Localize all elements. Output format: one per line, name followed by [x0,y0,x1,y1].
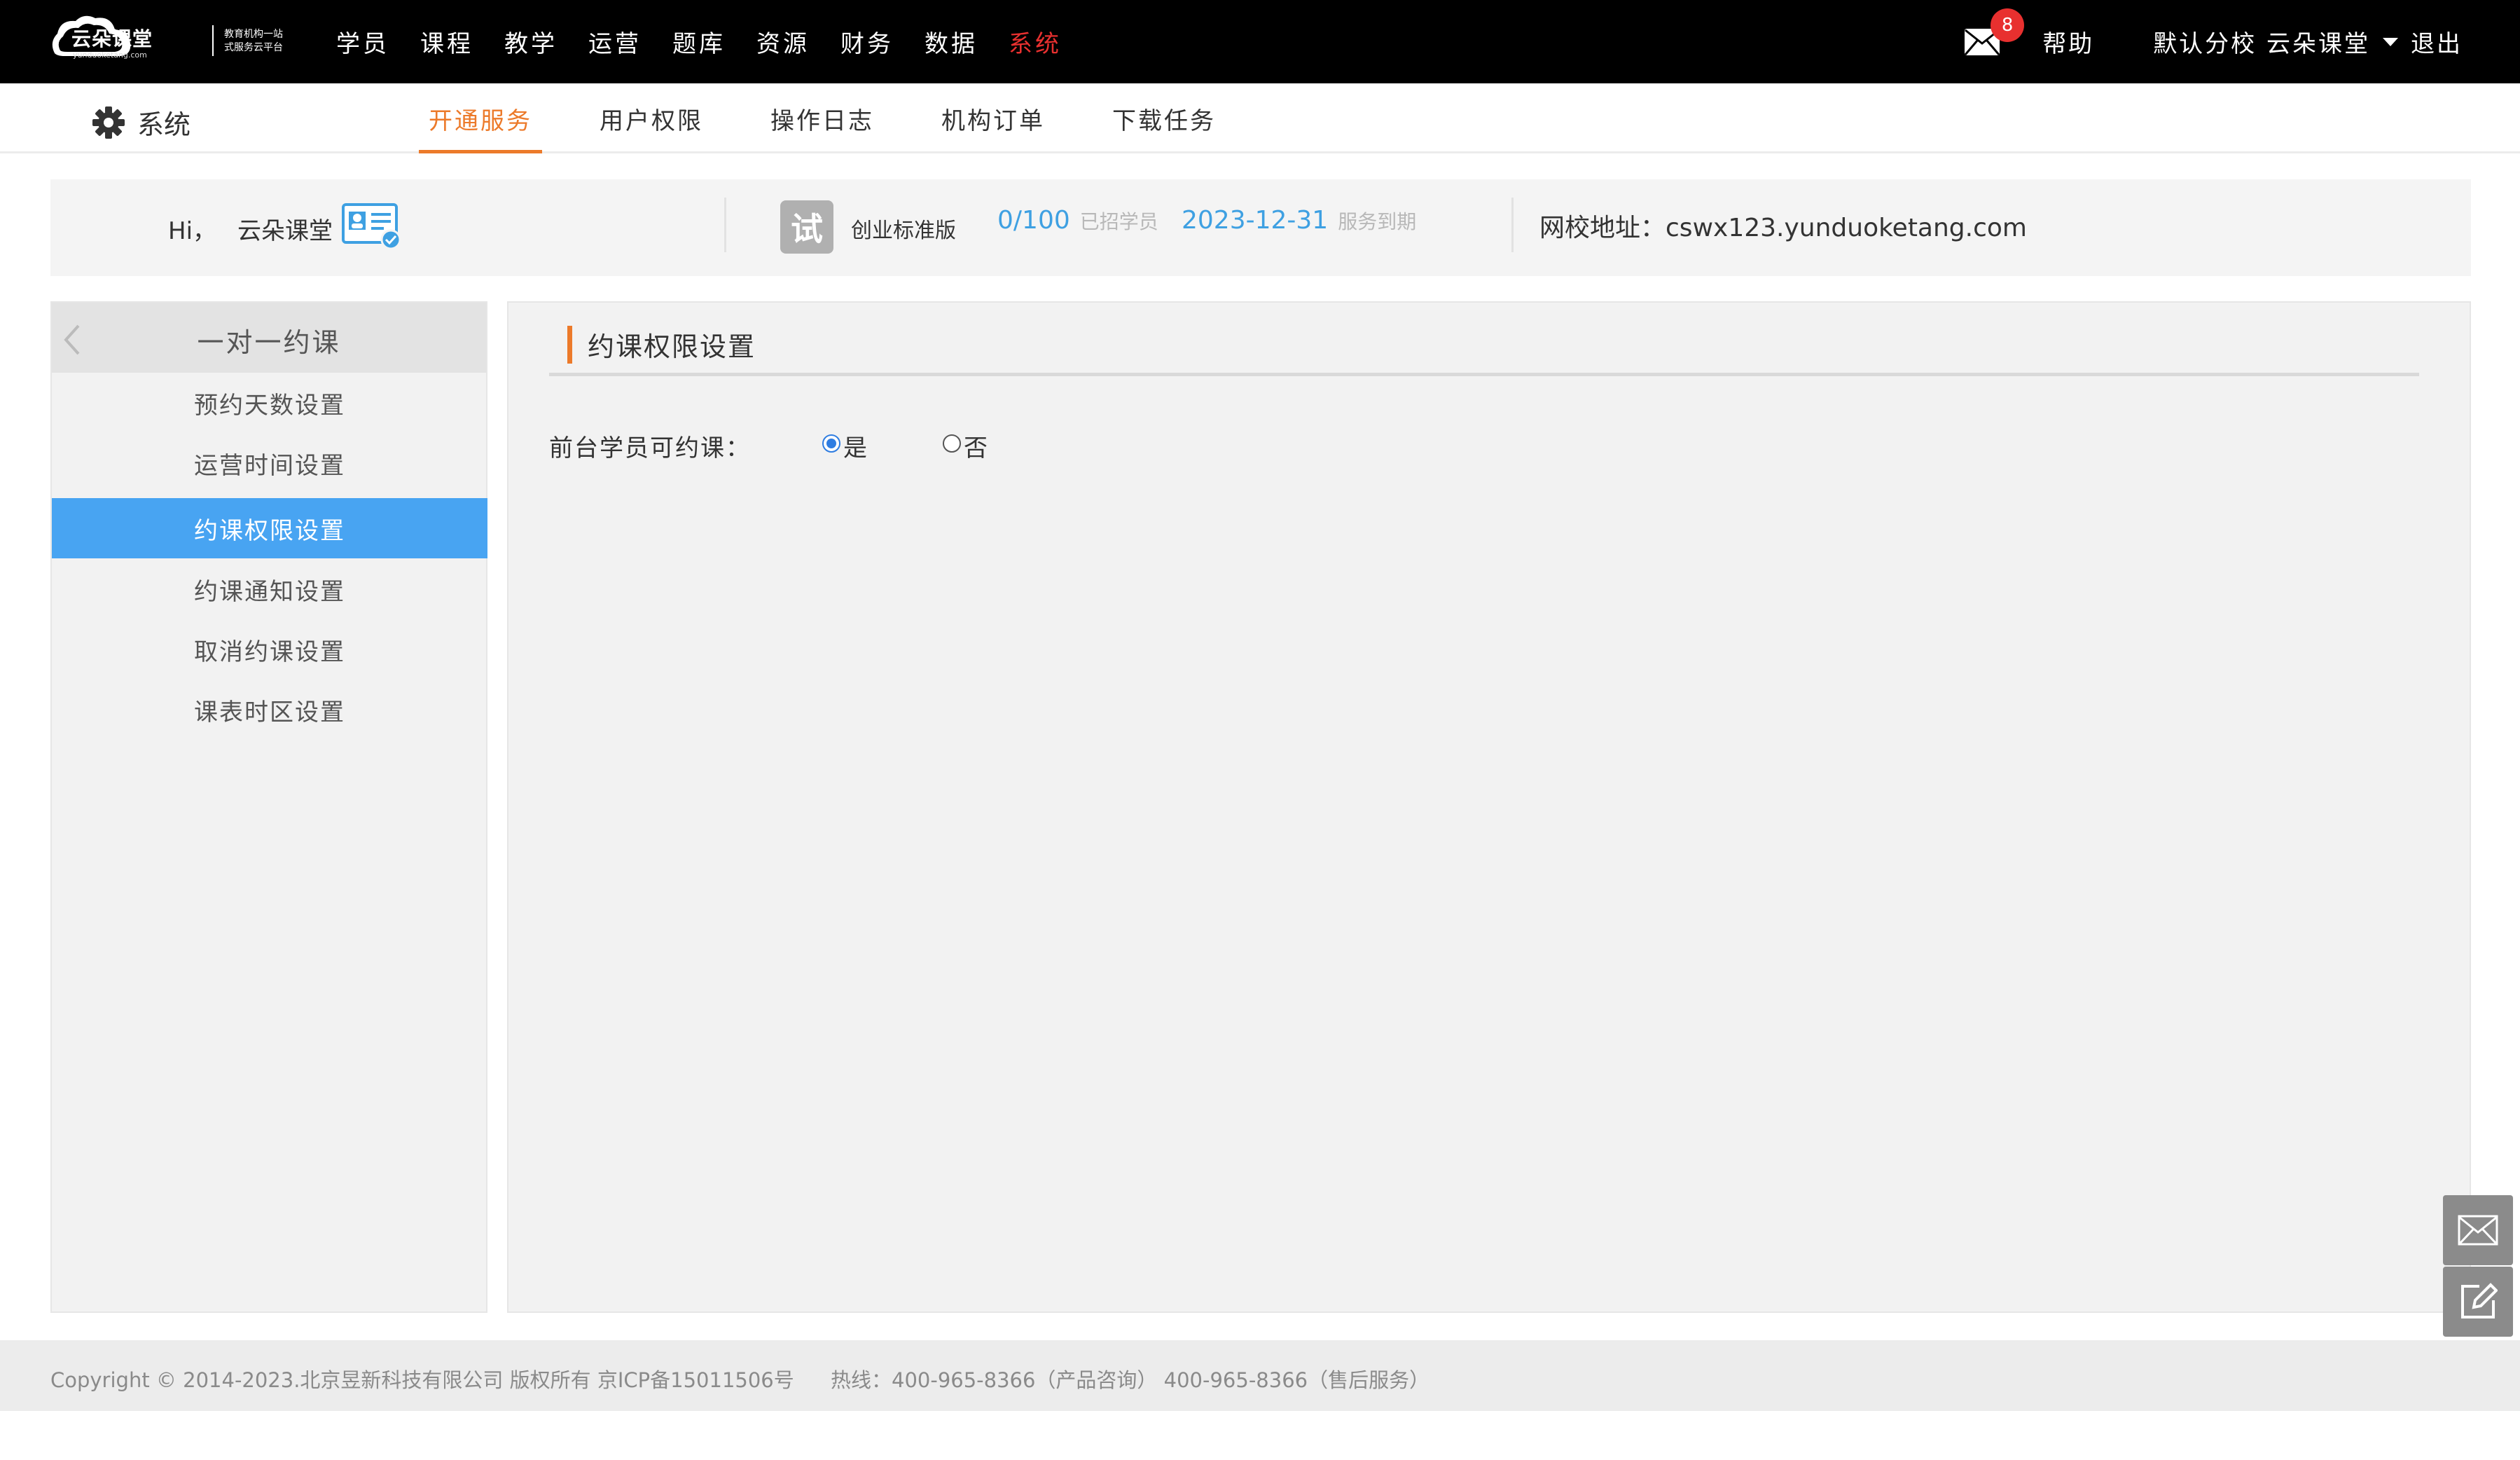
cloud-logo-icon: 云朵课堂 yunduoketang.com [48,11,181,64]
nav-courses[interactable]: 课程 [420,25,473,59]
nav-resources[interactable]: 资源 [756,25,810,59]
logout-link[interactable]: 退出 [2411,25,2463,59]
nav-question-bank[interactable]: 题库 [672,25,726,59]
left-menu: 一对一约课 预约天数设置 运营时间设置 约课权限设置 约课通知设置 取消约课设置… [50,301,487,1313]
logo-slogan-line2: 式服务云平台 [224,42,283,53]
logo-slogan-line1: 教育机构一站 [224,29,283,40]
sub-navbar: 系统 开通服务 用户权限 操作日志 机构订单 下载任务 [0,83,2520,153]
booking-permission-row: 前台学员可约课： 是 否 [549,429,1063,463]
menu-item-booking-days[interactable]: 预约天数设置 [52,373,487,433]
expire-label: 服务到期 [1338,210,1417,233]
booking-permission-label: 前台学员可约课： [549,434,751,462]
students-stat: 0/100 已招学员 [997,206,1158,235]
tab-org-orders[interactable]: 机构订单 [941,83,1045,153]
help-link[interactable]: 帮助 [2042,25,2094,59]
nav-system[interactable]: 系统 [1009,25,1062,59]
logo-divider [212,25,214,56]
envelope-icon [2458,1215,2498,1246]
radio-yes-circle[interactable] [822,434,840,453]
float-feedback-button[interactable] [2443,1267,2513,1337]
radio-yes-label[interactable]: 是 [843,429,867,463]
id-card-icon[interactable] [342,203,402,249]
expire-value: 2023-12-31 [1182,206,1329,235]
menu-item-timezone[interactable]: 课表时区设置 [52,680,487,740]
left-menu-header: 一对一约课 [52,303,486,373]
settings-panel: 约课权限设置 前台学员可约课： 是 否 [507,301,2471,1313]
top-navbar: 云朵课堂 yunduoketang.com 教育机构一站 式服务云平台 学员 课… [0,0,2520,83]
greeting: Hi， 云朵课堂 [168,212,333,246]
nav-data[interactable]: 数据 [925,25,978,59]
float-message-button[interactable] [2443,1195,2513,1265]
radio-no-label[interactable]: 否 [964,429,988,463]
logo-domain: yunduoketang.com [73,50,147,60]
school-url: 网校地址：cswx123.yunduoketang.com [1539,207,2027,244]
title-accent-bar [567,325,572,364]
logo-name: 云朵课堂 [71,27,153,50]
edition-label: 创业标准版 [851,219,956,243]
brand-logo[interactable]: 云朵课堂 yunduoketang.com 教育机构一站 式服务云平台 [48,11,283,64]
account-info-bar: Hi， 云朵课堂 试 创业标准版 0/100 已招学员 2023-12-31 服… [50,179,2471,276]
menu-item-cancel-booking[interactable]: 取消约课设置 [52,619,487,680]
panel-title-text: 约课权限设置 [588,331,756,362]
tab-user-permissions[interactable]: 用户权限 [600,83,703,153]
tab-operation-log[interactable]: 操作日志 [770,83,874,153]
nav-teaching[interactable]: 教学 [504,25,558,59]
trial-badge: 试 [780,200,833,254]
caret-down-icon[interactable] [2383,37,2398,46]
menu-item-booking-notice[interactable]: 约课通知设置 [52,559,487,619]
students-value: 0/100 [997,206,1070,235]
messages-button[interactable]: 8 [1964,8,2025,56]
gear-icon [92,106,125,139]
students-label: 已招学员 [1079,210,1158,233]
school-switcher[interactable]: 默认分校 云朵课堂 [2153,25,2370,59]
tab-open-service[interactable]: 开通服务 [419,83,542,153]
left-menu-title: 一对一约课 [197,327,341,358]
nav-operations[interactable]: 运营 [588,25,642,59]
unread-count-badge: 8 [1991,8,2025,42]
hotline-text: 热线：400-965-8366（产品咨询） 400-965-8366（售后服务） [831,1368,1430,1392]
panel-title: 约课权限设置 [567,325,756,364]
nav-finance[interactable]: 财务 [840,25,894,59]
radio-no-circle[interactable] [943,434,961,453]
user-name: 云朵课堂 [237,217,333,245]
title-divider [549,373,2419,376]
info-divider [1511,198,1514,252]
school-url-label: 网校地址： [1539,214,1666,242]
nav-students[interactable]: 学员 [336,25,389,59]
main-nav: 学员 课程 教学 运营 题库 资源 财务 数据 系统 [336,0,1093,83]
footer: Copyright © 2014-2023.北京昱新科技有限公司 版权所有 京I… [0,1340,2520,1411]
radio-yes[interactable]: 是 [822,429,867,463]
top-right-tools: 8 帮助 默认分校 云朵课堂 退出 [1964,0,2463,83]
edit-icon [2461,1283,2498,1318]
sub-tabs: 开通服务 用户权限 操作日志 机构订单 下载任务 [419,83,1283,153]
tab-download-tasks[interactable]: 下载任务 [1112,83,1216,153]
section-title: 系统 [91,103,191,142]
menu-item-booking-permission[interactable]: 约课权限设置 [52,498,487,558]
radio-no[interactable]: 否 [943,429,988,463]
greeting-text: Hi， [168,217,217,245]
menu-item-operating-hours[interactable]: 运营时间设置 [52,433,487,493]
section-title-label: 系统 [137,109,191,140]
expire-stat: 2023-12-31 服务到期 [1182,206,1416,235]
copyright-text: Copyright © 2014-2023.北京昱新科技有限公司 版权所有 京I… [50,1368,794,1392]
logo-slogan: 教育机构一站 式服务云平台 [224,28,283,55]
school-url-value[interactable]: cswx123.yunduoketang.com [1666,214,2027,242]
info-divider [724,198,726,252]
